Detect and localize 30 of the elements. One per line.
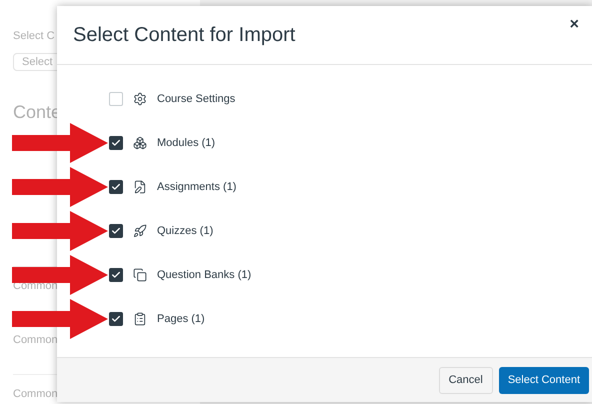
item-label: Pages (1) bbox=[157, 312, 205, 327]
section-label: Select C bbox=[13, 29, 55, 44]
close-button[interactable]: × bbox=[564, 13, 585, 37]
document-pen-icon bbox=[133, 180, 147, 194]
checkbox[interactable] bbox=[109, 92, 123, 106]
item-label: Quizzes (1) bbox=[157, 224, 214, 239]
row-label: Common bbox=[13, 388, 58, 400]
checkbox[interactable] bbox=[109, 180, 123, 194]
item-label: Assignments (1) bbox=[157, 180, 236, 195]
row-label: Common bbox=[13, 334, 58, 346]
checkbox[interactable] bbox=[109, 268, 123, 282]
gear-icon bbox=[133, 92, 147, 106]
rocket-icon bbox=[133, 224, 147, 238]
checkbox[interactable] bbox=[109, 136, 123, 150]
cancel-button[interactable]: Cancel bbox=[438, 366, 493, 394]
check-icon bbox=[111, 138, 121, 148]
clipboard-icon bbox=[133, 312, 147, 326]
item-label: Course Settings bbox=[157, 92, 236, 107]
checkbox[interactable] bbox=[109, 312, 123, 326]
stacked-pages-icon bbox=[133, 268, 147, 282]
check-icon bbox=[111, 270, 121, 280]
dialog-title: Select Content for Import bbox=[73, 23, 296, 48]
select-content-button[interactable]: Select Content bbox=[498, 366, 589, 394]
check-icon bbox=[111, 226, 121, 236]
check-icon bbox=[111, 182, 121, 192]
checkbox[interactable] bbox=[109, 224, 123, 238]
item-label: Question Banks (1) bbox=[157, 268, 252, 283]
boxes-icon bbox=[133, 136, 147, 150]
check-icon bbox=[111, 314, 121, 324]
item-label: Modules (1) bbox=[157, 136, 216, 151]
